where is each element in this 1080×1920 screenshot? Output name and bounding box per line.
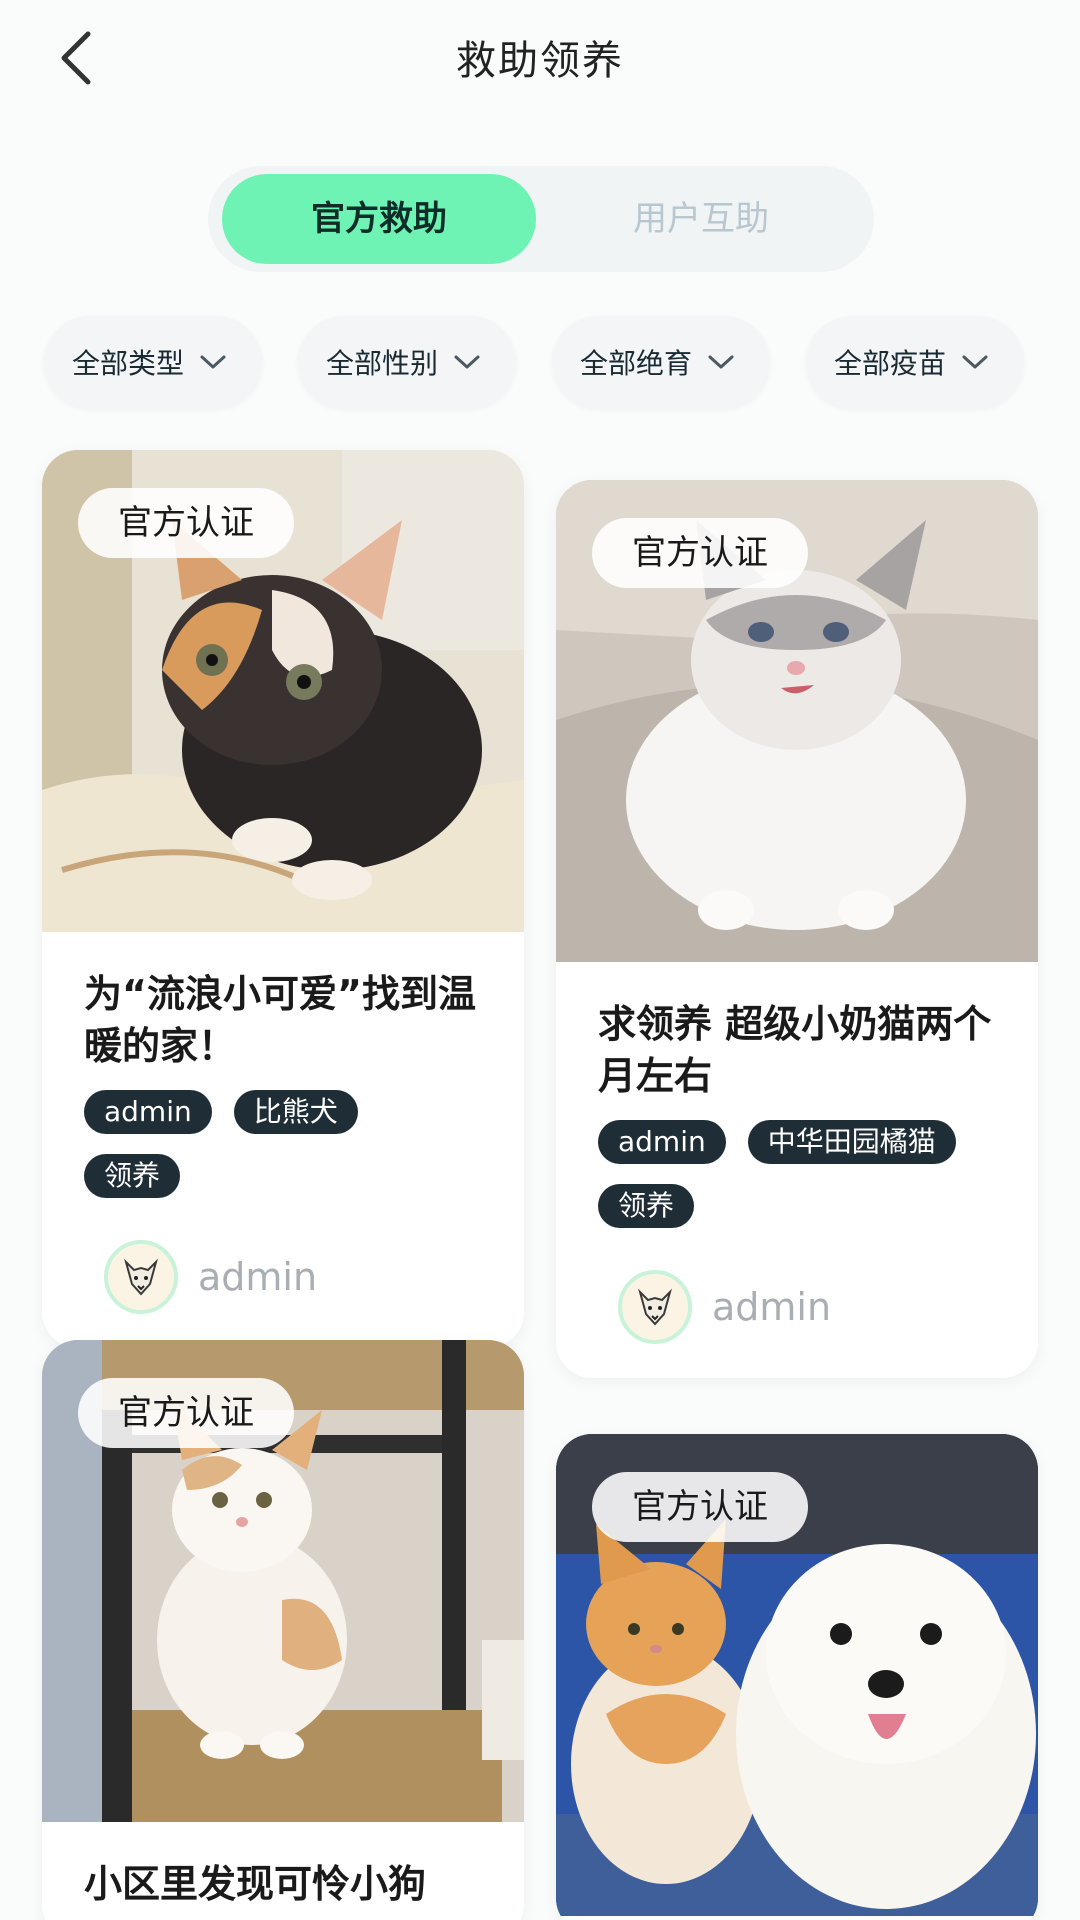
adoption-page: 救助领养 官方救助 用户互助 全部类型 全部性别 全部绝育 全部疫苗 官方认证 …: [0, 0, 1080, 1920]
pet-card[interactable]: 官方认证 为“流浪小可爱”找到温暖的家！ admin 比熊犬 领养 admin: [42, 450, 524, 1348]
tag[interactable]: 中华田园橘猫: [747, 1120, 956, 1164]
tag-list: admin 比熊犬 领养: [84, 1090, 482, 1218]
card-body: 求领养 超级小奶猫两个月左右 admin 中华田园橘猫 领养 admin: [556, 962, 1038, 1378]
filter-vaccine-label: 全部疫苗: [834, 347, 947, 380]
pet-photo: 官方认证: [42, 450, 524, 932]
card-body: 为“流浪小可爱”找到温暖的家！ admin 比熊犬 领养 admin: [42, 932, 524, 1348]
avatar[interactable]: [104, 1240, 178, 1314]
card-title: 为“流浪小可爱”找到温暖的家！: [84, 972, 476, 1068]
tag[interactable]: admin: [84, 1090, 212, 1134]
card-title: 求领养 超级小奶猫两个月左右: [598, 1002, 992, 1098]
page-title: 救助领养: [456, 38, 624, 84]
chevron-down-icon: [200, 355, 226, 369]
card-body: 小区里发现可怜小狗: [42, 1822, 524, 1920]
filter-type[interactable]: 全部类型: [44, 316, 262, 408]
header: 救助领养: [0, 0, 1080, 120]
pet-photo: 官方认证: [556, 1434, 1038, 1916]
tab-user-mutual-aid[interactable]: 用户互助: [544, 174, 858, 264]
chevron-down-icon: [962, 355, 988, 369]
tab-official-rescue[interactable]: 官方救助: [222, 174, 536, 264]
filter-gender[interactable]: 全部性别: [298, 316, 516, 408]
chevron-down-icon: [454, 355, 480, 369]
filter-type-label: 全部类型: [72, 347, 185, 380]
avatar[interactable]: [618, 1270, 692, 1344]
official-verified-badge: 官方认证: [592, 1472, 808, 1542]
filter-vaccine[interactable]: 全部疫苗: [806, 316, 1024, 408]
filter-sterilization-label: 全部绝育: [580, 347, 693, 380]
pet-photo: 官方认证: [42, 1340, 524, 1822]
chevron-down-icon: [708, 355, 734, 369]
official-verified-badge: 官方认证: [78, 1378, 294, 1448]
husky-avatar-icon: [638, 1288, 672, 1326]
official-verified-badge: 官方认证: [78, 488, 294, 558]
pet-card[interactable]: 官方认证: [556, 1434, 1038, 1920]
filter-gender-label: 全部性别: [326, 347, 439, 380]
tag[interactable]: 比熊犬: [233, 1090, 358, 1134]
pet-photo: 官方认证: [556, 480, 1038, 962]
author-name: admin: [712, 1285, 832, 1329]
tag[interactable]: admin: [598, 1120, 726, 1164]
filter-sterilization[interactable]: 全部绝育: [552, 316, 770, 408]
tag-list: admin 中华田园橘猫 领养: [598, 1120, 996, 1248]
pet-card[interactable]: 官方认证 小区里发现可怜小狗: [42, 1340, 524, 1920]
author-row: admin: [598, 1270, 996, 1344]
segmented-tabs: 官方救助 用户互助: [208, 166, 874, 272]
husky-avatar-icon: [124, 1258, 158, 1296]
tag[interactable]: 领养: [84, 1154, 181, 1198]
official-verified-badge: 官方认证: [592, 518, 808, 588]
author-name: admin: [198, 1255, 318, 1299]
author-row: admin: [84, 1240, 482, 1314]
tag[interactable]: 领养: [598, 1184, 695, 1228]
card-title: 小区里发现可怜小狗: [84, 1862, 427, 1906]
pet-card[interactable]: 官方认证 求领养 超级小奶猫两个月左右 admin 中华田园橘猫 领养 admi…: [556, 480, 1038, 1378]
